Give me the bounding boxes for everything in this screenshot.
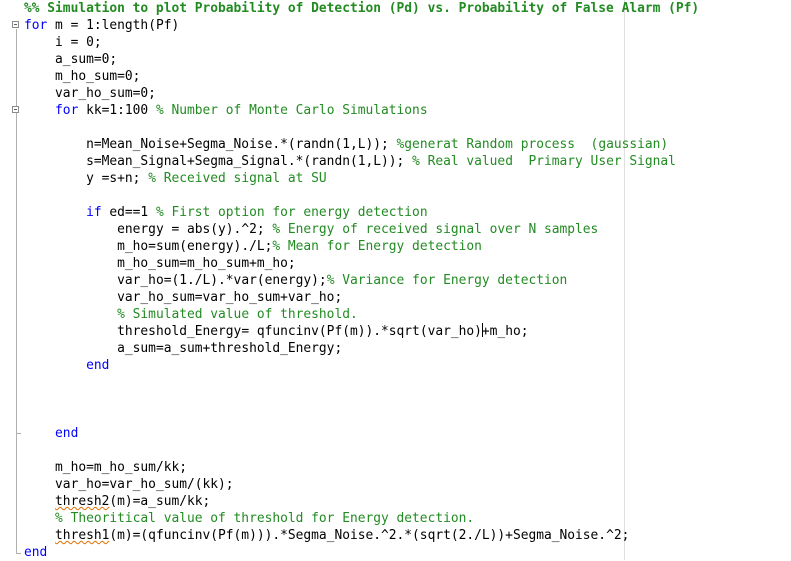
code-token: m_ho=sum(energy)./L;: [117, 239, 273, 254]
code-token: var_ho_sum=0;: [55, 86, 156, 101]
code-line[interactable]: var_ho_sum=0;: [24, 85, 156, 102]
code-line[interactable]: y =s+n; % Received signal at SU: [24, 170, 327, 187]
code-token: a_sum=0;: [55, 52, 118, 67]
cell-title: %% Simulation to plot Probability of Det…: [24, 1, 700, 16]
code-token: (m)=(qfuncinv(Pf(m))).*Segma_Noise.^2.*(…: [109, 528, 630, 543]
keyword-token: end: [86, 358, 110, 373]
code-line[interactable]: % Theoritical value of threshold for Ene…: [24, 510, 474, 527]
code-token: ed==1: [101, 205, 156, 220]
code-token: y =s+n;: [86, 171, 149, 186]
fold-end-marker: [16, 553, 21, 554]
fold-end-marker: [16, 433, 21, 434]
comment-token: % Real valued Primary User Signal: [412, 154, 676, 169]
code-line[interactable]: end: [24, 425, 78, 442]
comment-token: % Variance for Energy detection: [326, 273, 568, 288]
code-token: m = 1:length(Pf): [47, 18, 180, 33]
comment-token: % Theoritical value of threshold for Ene…: [55, 511, 475, 526]
keyword-token: for: [24, 18, 48, 33]
code-line[interactable]: var_ho=(1./L).*var(energy);% Variance fo…: [24, 272, 567, 289]
code-line[interactable]: energy = abs(y).^2; % Energy of received…: [24, 221, 598, 238]
fold-toggle-icon[interactable]: [12, 21, 19, 28]
comment-token: % Energy of received signal over N sampl…: [272, 222, 599, 237]
code-line[interactable]: end: [24, 544, 47, 561]
keyword-token: for: [55, 103, 79, 118]
code-line[interactable]: thresh1(m)=(qfuncinv(Pf(m))).*Segma_Nois…: [24, 527, 629, 544]
keyword-token: if: [86, 205, 102, 220]
code-token: kk=1:100: [78, 103, 156, 118]
code-editor[interactable]: %% Simulation to plot Probability of Det…: [0, 0, 791, 560]
comment-token: % Received signal at SU: [148, 171, 327, 186]
code-token: var_ho=var_ho_sum/(kk);: [55, 477, 234, 492]
keyword-token: end: [24, 545, 48, 560]
comment-token: %generat Random process (gaussian): [396, 137, 669, 152]
code-line[interactable]: m_ho=m_ho_sum/kk;: [24, 459, 187, 476]
warning-underlined-token: thresh1: [55, 528, 110, 543]
code-token: m_ho_sum=0;: [55, 69, 141, 84]
warning-underlined-token: thresh2: [55, 494, 110, 509]
keyword-token: end: [55, 426, 79, 441]
code-line[interactable]: for kk=1:100 % Number of Monte Carlo Sim…: [24, 102, 428, 119]
code-token: (m)=a_sum/kk;: [109, 494, 211, 509]
code-line[interactable]: s=Mean_Signal+Segma_Signal.*(randn(1,L))…: [24, 153, 676, 170]
code-token: var_ho_sum=var_ho_sum+var_ho;: [117, 290, 343, 305]
code-line[interactable]: a_sum=a_sum+threshold_Energy;: [24, 340, 342, 357]
comment-token: % Number of Monte Carlo Simulations: [155, 103, 428, 118]
code-token: n=Mean_Noise+Segma_Noise.*(randn(1,L));: [86, 137, 397, 152]
code-token: var_ho=(1./L).*var(energy);: [117, 273, 327, 288]
code-line[interactable]: % Simulated value of threshold.: [24, 306, 358, 323]
code-line[interactable]: n=Mean_Noise+Segma_Noise.*(randn(1,L)); …: [24, 136, 668, 153]
fold-toggle-icon[interactable]: [12, 106, 19, 113]
comment-token: % First option for energy detection: [155, 205, 428, 220]
code-token: energy = abs(y).^2;: [117, 222, 273, 237]
right-margin-guide: [624, 0, 625, 560]
code-line[interactable]: m_ho_sum=0;: [24, 68, 140, 85]
comment-token: % Simulated value of threshold.: [117, 307, 358, 322]
code-line[interactable]: thresh2(m)=a_sum/kk;: [24, 493, 210, 510]
code-token: a_sum=a_sum+threshold_Energy;: [117, 341, 343, 356]
code-token: threshold_Energy= qfuncinv(Pf(m)).*sqrt(…: [117, 324, 482, 339]
code-line[interactable]: for m = 1:length(Pf): [24, 17, 179, 34]
code-token: m_ho_sum=m_ho_sum+m_ho;: [117, 256, 296, 271]
code-line[interactable]: m_ho=sum(energy)./L;% Mean for Energy de…: [24, 238, 482, 255]
comment-token: % Mean for Energy detection: [272, 239, 482, 254]
code-line[interactable]: a_sum=0;: [24, 51, 117, 68]
code-token: i = 0;: [55, 35, 102, 50]
code-line[interactable]: threshold_Energy= qfuncinv(Pf(m)).*sqrt(…: [24, 323, 528, 340]
code-line[interactable]: end: [24, 357, 109, 374]
code-line[interactable]: i = 0;: [24, 34, 102, 51]
code-line[interactable]: var_ho=var_ho_sum/(kk);: [24, 476, 234, 493]
code-token: m_ho=m_ho_sum/kk;: [55, 460, 187, 475]
code-token: s=Mean_Signal+Segma_Signal.*(randn(1,L))…: [86, 154, 413, 169]
code-line[interactable]: %% Simulation to plot Probability of Det…: [24, 0, 699, 17]
code-line[interactable]: m_ho_sum=m_ho_sum+m_ho;: [24, 255, 296, 272]
code-token: +m_ho;: [481, 324, 529, 339]
code-line[interactable]: var_ho_sum=var_ho_sum+var_ho;: [24, 289, 342, 306]
code-line[interactable]: if ed==1 % First option for energy detec…: [24, 204, 428, 221]
